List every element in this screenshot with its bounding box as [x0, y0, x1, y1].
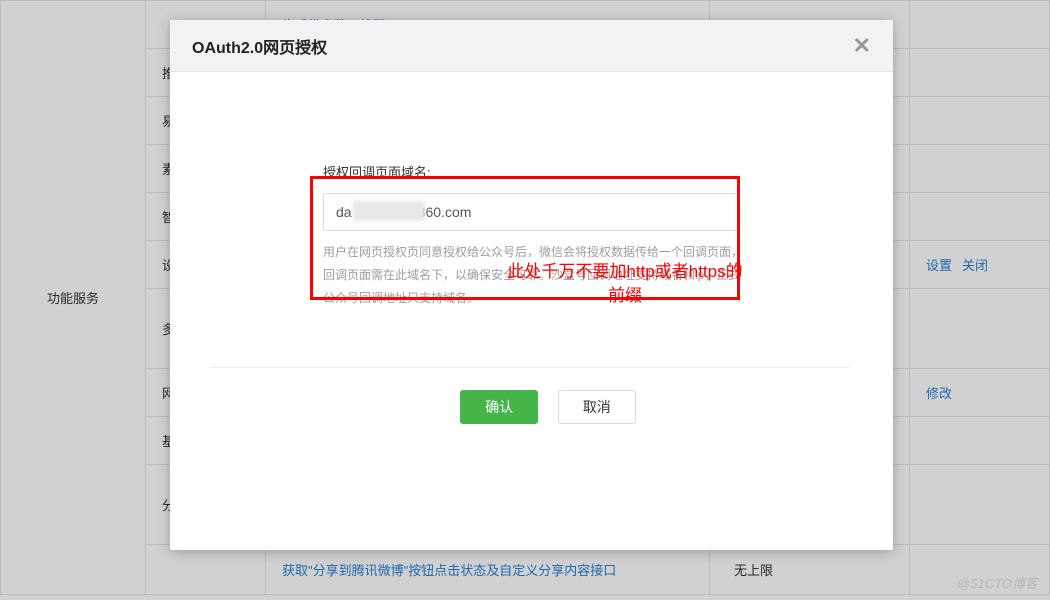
modal-body: 授权回调页面域名: 用户在网页授权页同意授权给公众号后，微信会将授权数据传给一个…: [170, 72, 893, 424]
modal-header: OAuth2.0网页授权 ✕: [170, 20, 893, 72]
domain-input-wrap: [323, 193, 773, 231]
watermark: @51CTO博客: [957, 573, 1038, 592]
modal-footer: 确认 取消: [323, 390, 773, 424]
close-icon[interactable]: ✕: [853, 35, 871, 57]
domain-help-text: 用户在网页授权页同意授权给公众号后，微信会将授权数据传给一个回调页面，回调页面需…: [323, 241, 743, 309]
modal-divider: [210, 367, 850, 368]
modal-title: OAuth2.0网页授权: [192, 34, 327, 58]
domain-field-label: 授权回调页面域名:: [323, 162, 773, 181]
cancel-button[interactable]: 取消: [558, 390, 636, 424]
confirm-button[interactable]: 确认: [460, 390, 538, 424]
blur-patch: [353, 201, 425, 221]
oauth-modal: OAuth2.0网页授权 ✕ 授权回调页面域名: 用户在网页授权页同意授权给公众…: [170, 20, 893, 550]
